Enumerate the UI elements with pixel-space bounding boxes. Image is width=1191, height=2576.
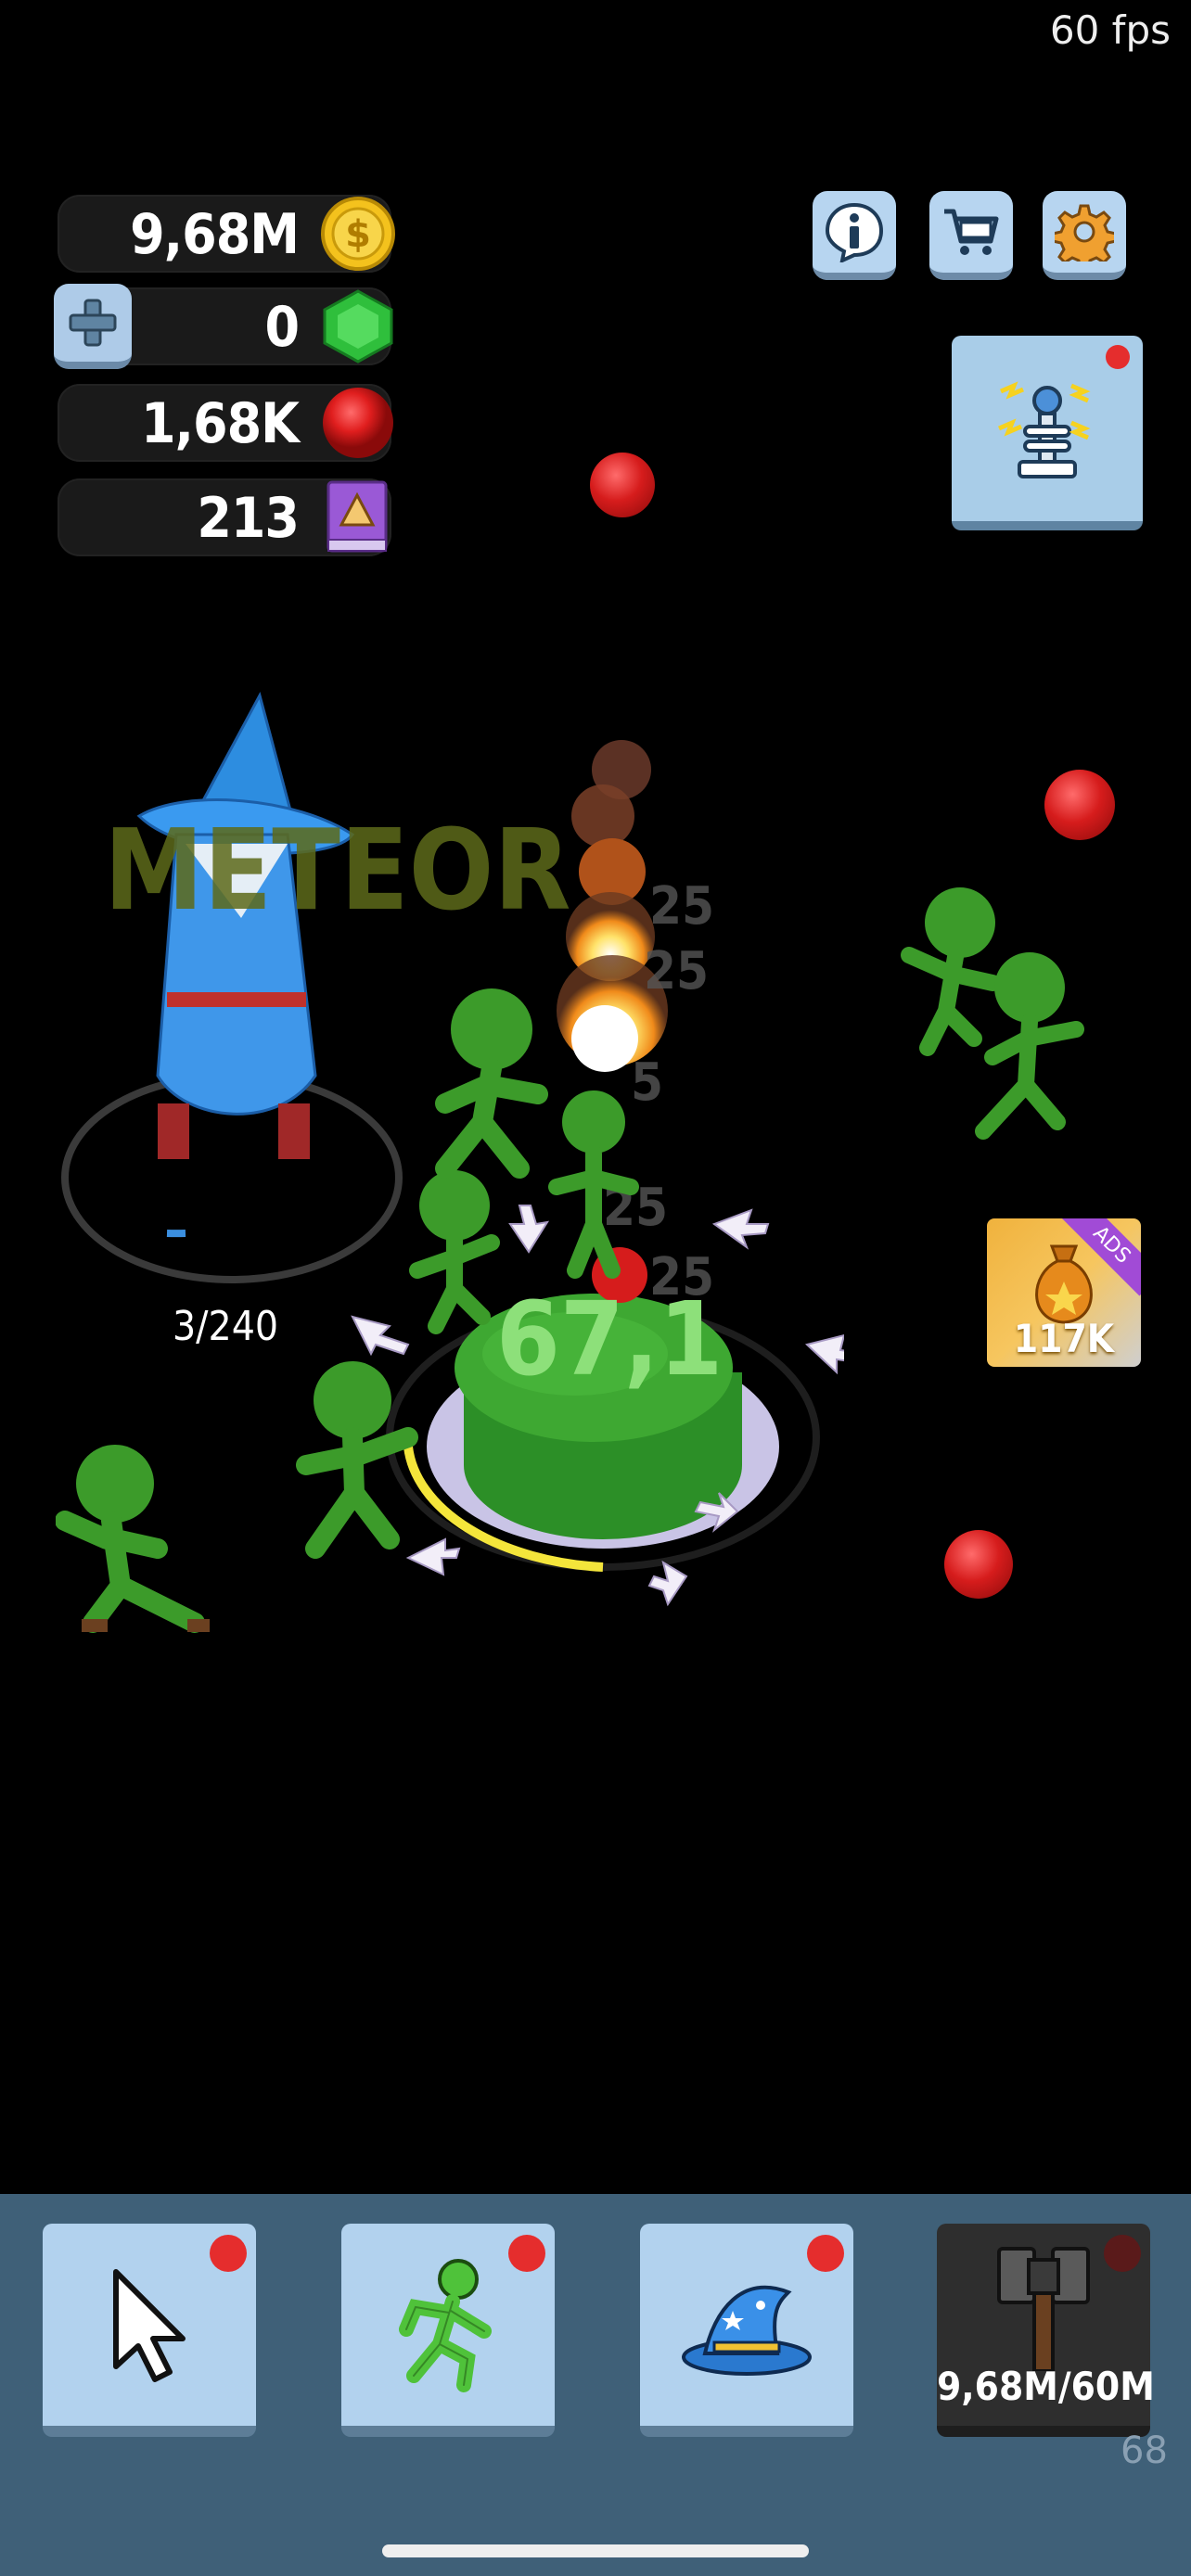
coins-bar: 9,68M $ (58, 195, 395, 273)
wizard-upgrade-notification (807, 2235, 844, 2272)
cursor-icon (113, 2269, 186, 2382)
info-button[interactable] (813, 191, 896, 280)
shop-button[interactable] (929, 191, 1013, 280)
zombie-upgrade-button[interactable] (341, 2224, 555, 2437)
tesla-coil-icon (998, 381, 1091, 478)
tap-upgrade-button[interactable] (43, 2224, 256, 2437)
hammer-icon (997, 2247, 1090, 2371)
tesla-coil-button[interactable] (952, 336, 1143, 530)
fps-counter: 60 fps (1049, 7, 1171, 53)
red-balls-bar: 1,68K (58, 384, 393, 462)
damage-number: 25 (644, 941, 710, 1001)
ads-reward-value: 117K (1013, 1316, 1115, 1361)
coin-icon: $ (321, 197, 395, 271)
red-balls-value: 1,68K (140, 391, 300, 456)
red-ball-pickup[interactable] (944, 1530, 1013, 1599)
plus-icon (69, 299, 117, 347)
damage-number: 25 (649, 876, 715, 937)
hammer-notification (1104, 2235, 1141, 2272)
red-ball-pickup[interactable] (1044, 770, 1115, 840)
tap-upgrade-notification (210, 2235, 247, 2272)
level-number: 68 (1121, 2429, 1168, 2472)
meteor-floating-text: METEOR (104, 807, 571, 936)
books-value: 213 (197, 486, 300, 551)
wizard-counter: 3/240 (173, 1303, 279, 1350)
zombie[interactable] (56, 1437, 223, 1651)
cart-icon (944, 209, 999, 255)
wizard-hat-icon (682, 2285, 812, 2376)
tesla-notification-dot (1106, 345, 1130, 369)
buy-gems-button[interactable] (54, 284, 132, 369)
gem-icon (323, 289, 393, 363)
svg-text:$: $ (345, 213, 371, 256)
zombie[interactable] (288, 1354, 436, 1576)
gems-value: 0 (264, 295, 300, 360)
red-ball-icon (323, 388, 393, 458)
home-indicator[interactable] (382, 2544, 809, 2557)
zombie[interactable] (399, 1168, 510, 1335)
wizard-upgrade-button[interactable] (640, 2224, 853, 2437)
settings-button[interactable] (1043, 191, 1126, 280)
book-icon (327, 480, 388, 553)
ads-reward-button[interactable]: ADS 117K (987, 1218, 1141, 1367)
info-icon (825, 202, 884, 262)
money-bag-icon (1035, 1244, 1093, 1324)
zombie[interactable] (538, 1085, 649, 1289)
hammer-progress: 9,68M/60M (937, 2364, 1155, 2409)
button-hp-value: 67,1 (496, 1280, 724, 1398)
zombie-upgrade-notification (508, 2235, 545, 2272)
red-ball-pickup[interactable] (590, 453, 655, 517)
runner-icon (399, 2259, 492, 2392)
hammer-upgrade-button[interactable]: 9,68M/60M (937, 2224, 1155, 2437)
zombie[interactable] (965, 946, 1095, 1150)
coins-value: 9,68M (130, 202, 300, 267)
gear-icon (1055, 204, 1114, 261)
books-bar: 213 (58, 478, 391, 556)
